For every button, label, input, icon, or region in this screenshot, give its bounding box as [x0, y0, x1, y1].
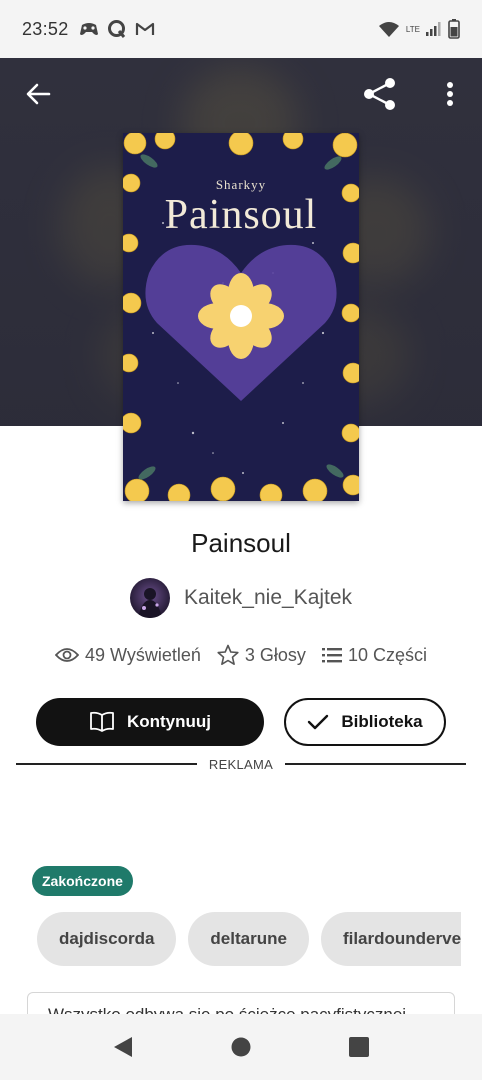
nav-back-icon[interactable] [112, 1035, 134, 1059]
author-row[interactable]: Kaitek_nie_Kajtek [0, 578, 482, 618]
tag-chip[interactable]: deltarune [188, 912, 309, 966]
more-vert-icon [447, 82, 453, 106]
more-options-button[interactable] [428, 72, 472, 116]
library-label: Biblioteka [341, 712, 423, 731]
network-type: LTE [405, 24, 420, 34]
notification-icons [79, 19, 155, 39]
avatar-image [137, 588, 162, 618]
views-stat: 49 Wyświetleń [55, 645, 201, 666]
continue-label: Kontynuuj [126, 712, 212, 731]
share-icon [364, 78, 395, 110]
status-badge: Zakończone [32, 866, 133, 896]
library-button[interactable]: Biblioteka [284, 698, 446, 746]
check-icon [308, 714, 329, 730]
status-time: 23:52 [22, 18, 69, 39]
votes-stat: 3 Głosy [217, 644, 306, 666]
book-cover[interactable]: Sharkyy Painsoul [123, 133, 359, 501]
q-app-icon [107, 20, 125, 38]
battery-icon [448, 19, 460, 39]
ad-label: REKLAMA [208, 756, 274, 772]
votes-count: 3 Głosy [244, 644, 306, 665]
ad-divider: REKLAMA [16, 756, 467, 772]
star-icon [217, 644, 239, 665]
author-name[interactable]: Kaitek_nie_Kajtek [184, 586, 352, 610]
signal-icon [426, 22, 441, 36]
tags-list[interactable]: dajdiscorda deltarune filardoundervers [37, 912, 461, 966]
book-open-icon [90, 711, 114, 732]
gmail-icon [135, 22, 154, 35]
gamepad-icon [79, 23, 98, 35]
tag-chip[interactable]: filardoundervers [320, 912, 461, 966]
status-bar: 23:52 LTE [0, 0, 482, 58]
system-icons: LTE [378, 19, 460, 39]
navigation-bar [0, 1014, 482, 1080]
cover-title: Painsoul [164, 192, 318, 238]
share-button[interactable] [358, 72, 402, 116]
back-button[interactable] [16, 72, 60, 116]
parts-count: 10 Części [347, 644, 427, 665]
parts-stat: 10 Części [321, 644, 427, 666]
arrow-left-icon [26, 83, 51, 105]
nav-recents-icon[interactable] [348, 1036, 370, 1058]
views-count: 49 Wyświetleń [85, 644, 201, 665]
book-title: Painsoul [191, 528, 291, 558]
avatar[interactable] [129, 578, 170, 618]
continue-button[interactable]: Kontynuuj [36, 698, 264, 746]
list-icon [321, 648, 342, 663]
tag-chip[interactable]: dajdiscorda [37, 912, 177, 966]
wifi-icon [378, 22, 399, 37]
nav-home-icon[interactable] [230, 1036, 252, 1058]
eye-icon [55, 648, 80, 662]
stats-row: 49 Wyświetleń 3 Głosy 10 Części [0, 644, 482, 666]
